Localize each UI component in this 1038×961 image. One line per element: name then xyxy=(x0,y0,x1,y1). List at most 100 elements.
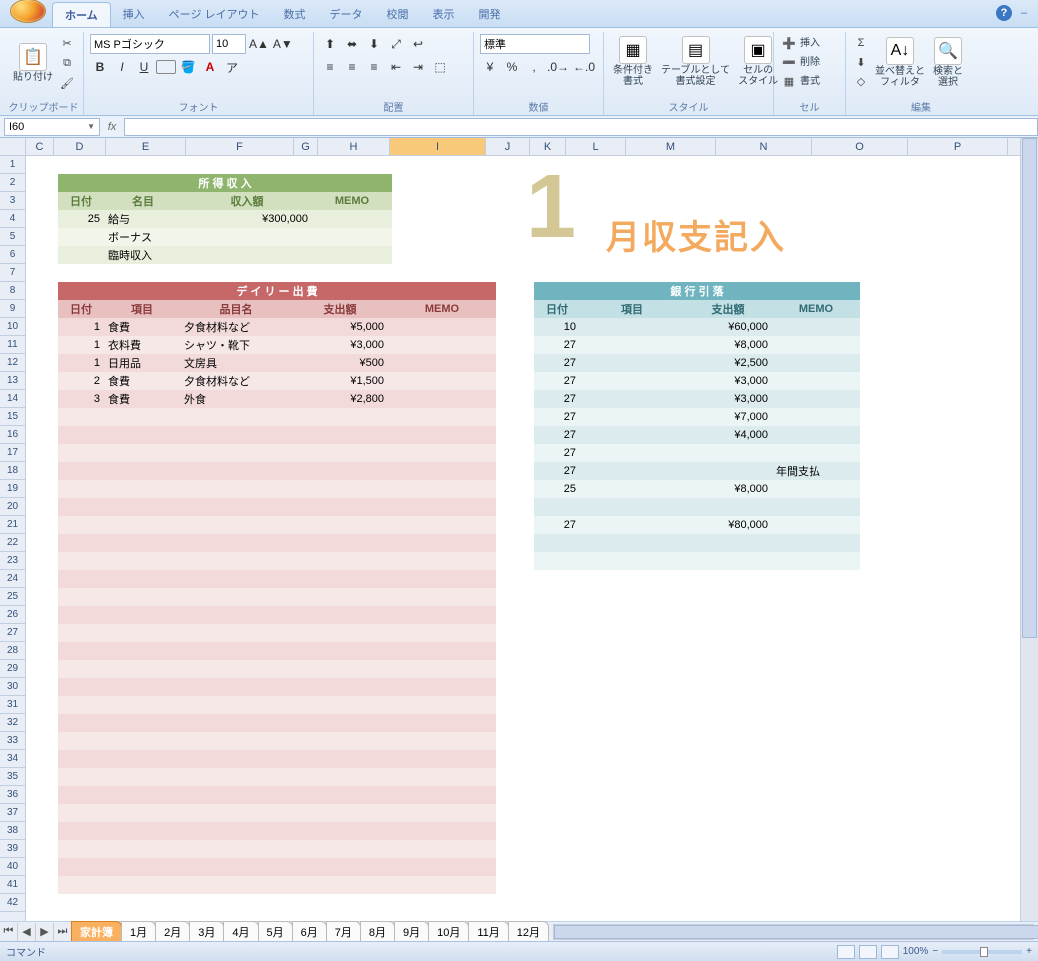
cell[interactable] xyxy=(180,804,292,822)
cell[interactable] xyxy=(684,534,772,552)
zoom-level[interactable]: 100% xyxy=(903,946,929,957)
cell[interactable] xyxy=(292,750,388,768)
table-row[interactable] xyxy=(58,552,496,570)
cell[interactable]: 27 xyxy=(534,390,580,408)
cell[interactable] xyxy=(58,768,104,786)
cell[interactable]: 1 xyxy=(58,318,104,336)
cell[interactable] xyxy=(292,876,388,894)
cell[interactable]: ¥2,800 xyxy=(292,390,388,408)
cell[interactable] xyxy=(388,462,496,480)
cell[interactable] xyxy=(388,696,496,714)
row-header-41[interactable]: 41 xyxy=(0,876,25,894)
cell[interactable] xyxy=(312,228,392,246)
cell[interactable] xyxy=(772,480,860,498)
table-row[interactable] xyxy=(58,696,496,714)
table-row[interactable]: 27¥7,000 xyxy=(534,408,860,426)
cell[interactable] xyxy=(104,534,180,552)
cell[interactable] xyxy=(104,660,180,678)
cell[interactable] xyxy=(292,516,388,534)
row-header-2[interactable]: 2 xyxy=(0,174,25,192)
conditional-format-button[interactable]: ▦条件付き 書式 xyxy=(610,34,656,89)
cell[interactable] xyxy=(580,372,684,390)
cell[interactable] xyxy=(180,444,292,462)
cell[interactable]: ¥3,000 xyxy=(292,336,388,354)
cell[interactable]: 27 xyxy=(534,516,580,534)
font-name-input[interactable] xyxy=(90,34,210,54)
table-row[interactable]: 27¥3,000 xyxy=(534,372,860,390)
row-header-4[interactable]: 4 xyxy=(0,210,25,228)
table-row[interactable] xyxy=(58,822,496,840)
cell[interactable] xyxy=(58,804,104,822)
cell[interactable] xyxy=(580,390,684,408)
insert-label[interactable]: 挿入 xyxy=(800,38,820,49)
cell[interactable] xyxy=(104,840,180,858)
cell[interactable] xyxy=(104,444,180,462)
cell[interactable] xyxy=(292,678,388,696)
cell[interactable] xyxy=(388,714,496,732)
cell[interactable] xyxy=(58,480,104,498)
cell[interactable]: ¥60,000 xyxy=(684,318,772,336)
cell[interactable] xyxy=(180,642,292,660)
cell[interactable] xyxy=(58,822,104,840)
cell[interactable] xyxy=(180,408,292,426)
ribbon-tab-0[interactable]: ホーム xyxy=(52,2,111,27)
col-header-I[interactable]: I xyxy=(390,138,486,155)
cell[interactable] xyxy=(292,840,388,858)
cell[interactable] xyxy=(58,408,104,426)
cell[interactable] xyxy=(312,246,392,264)
cell[interactable] xyxy=(104,696,180,714)
border-button[interactable] xyxy=(156,60,176,74)
cell[interactable] xyxy=(180,588,292,606)
align-top-icon[interactable]: ⬆ xyxy=(320,34,340,54)
cell[interactable] xyxy=(388,390,496,408)
horizontal-scrollbar[interactable] xyxy=(553,924,1034,940)
currency-icon[interactable]: ¥ xyxy=(480,57,500,77)
decrease-indent-icon[interactable]: ⇤ xyxy=(386,57,406,77)
cell[interactable]: 2 xyxy=(58,372,104,390)
row-header-30[interactable]: 30 xyxy=(0,678,25,696)
cell[interactable]: 外食 xyxy=(180,390,292,408)
cell[interactable] xyxy=(104,516,180,534)
cell[interactable]: 1 xyxy=(58,336,104,354)
col-header-J[interactable]: J xyxy=(486,138,530,155)
table-row[interactable] xyxy=(58,660,496,678)
zoom-slider[interactable] xyxy=(942,950,1022,954)
cell[interactable] xyxy=(772,534,860,552)
align-center-icon[interactable]: ≡ xyxy=(342,57,362,77)
cell[interactable] xyxy=(772,336,860,354)
table-row[interactable] xyxy=(58,750,496,768)
cell[interactable] xyxy=(292,660,388,678)
row-header-23[interactable]: 23 xyxy=(0,552,25,570)
sheet-tab-1月[interactable]: 1月 xyxy=(121,921,156,942)
cell[interactable] xyxy=(772,444,860,462)
autosum-icon[interactable]: Σ xyxy=(852,34,870,52)
cell[interactable]: 食費 xyxy=(104,390,180,408)
row-header-27[interactable]: 27 xyxy=(0,624,25,642)
cell[interactable]: ¥2,500 xyxy=(684,354,772,372)
cell[interactable] xyxy=(180,660,292,678)
cell[interactable] xyxy=(180,570,292,588)
col-header-N[interactable]: N xyxy=(716,138,812,155)
cell[interactable] xyxy=(58,570,104,588)
cell[interactable] xyxy=(58,840,104,858)
table-row[interactable] xyxy=(534,534,860,552)
cell[interactable] xyxy=(772,408,860,426)
row-header-1[interactable]: 1 xyxy=(0,156,25,174)
cell[interactable] xyxy=(58,516,104,534)
sort-filter-button[interactable]: A↓並べ替えと フィルタ xyxy=(872,35,928,90)
merge-cells-icon[interactable]: ⬚ xyxy=(430,57,450,77)
cell[interactable] xyxy=(180,822,292,840)
row-header-7[interactable]: 7 xyxy=(0,264,25,282)
cell[interactable] xyxy=(58,624,104,642)
cell[interactable] xyxy=(180,768,292,786)
increase-decimal-icon[interactable]: .0→ xyxy=(546,57,570,77)
cell[interactable] xyxy=(180,840,292,858)
table-row[interactable] xyxy=(58,876,496,894)
cell[interactable] xyxy=(180,786,292,804)
cell[interactable] xyxy=(388,552,496,570)
row-header-32[interactable]: 32 xyxy=(0,714,25,732)
cell[interactable] xyxy=(684,498,772,516)
clear-icon[interactable]: ◇ xyxy=(852,72,870,90)
cell[interactable] xyxy=(292,732,388,750)
cell[interactable]: 年間支払 xyxy=(772,462,860,480)
